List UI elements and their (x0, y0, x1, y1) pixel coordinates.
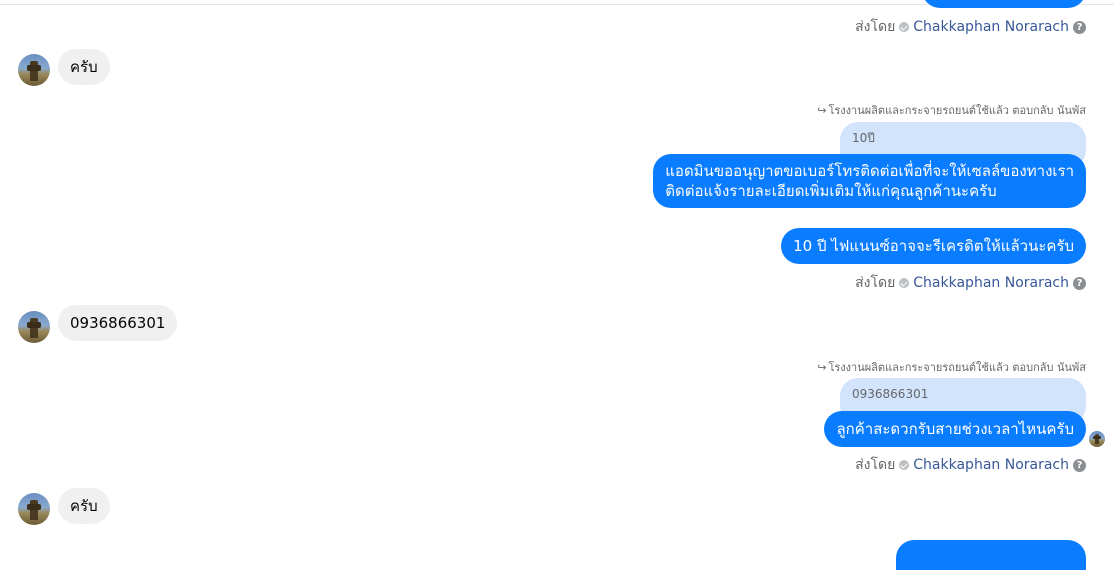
incoming-message[interactable]: ครับ (58, 49, 110, 85)
sent-by-label: ส่งโดย (855, 275, 896, 291)
sent-by-row: ส่งโดย Chakkaphan Norarach ? (855, 454, 1086, 476)
sent-by-row: ส่งโดย Chakkaphan Norarach ? (855, 16, 1086, 38)
reply-meta-text: โรงงานผลิตและกระจายรถยนต์ใช้แล้ว ตอบกลับ… (828, 361, 1086, 374)
outgoing-message[interactable]: ลูกค้าสะดวกรับสายช่วงเวลาไหนครับ (824, 411, 1086, 447)
avatar[interactable] (18, 493, 50, 525)
sent-by-label: ส่งโดย (855, 457, 896, 473)
check-circle-icon (899, 22, 910, 32)
seen-avatar (1089, 431, 1105, 447)
question-icon[interactable]: ? (1073, 20, 1086, 34)
outgoing-message[interactable]: แอดมินขออนุญาตขอเบอร์โทรติดต่อเพื่อที่จะ… (653, 154, 1086, 208)
sender-name-link[interactable]: Chakkaphan Norarach (913, 275, 1069, 291)
avatar[interactable] (18, 311, 50, 343)
reply-meta: ↪ โรงงานผลิตและกระจายรถยนต์ใช้แล้ว ตอบกลั… (817, 101, 1086, 119)
question-icon[interactable]: ? (1073, 458, 1086, 472)
avatar[interactable] (18, 54, 50, 86)
outgoing-message[interactable]: 10 ปี ไฟแนนซ์อาจจะรีเครดิตให้แล้วนะครับ (781, 228, 1086, 264)
incoming-message[interactable]: ครับ (58, 488, 110, 524)
check-circle-icon (899, 278, 910, 288)
check-circle-icon (899, 460, 910, 470)
reply-meta: ↪ โรงงานผลิตและกระจายรถยนต์ใช้แล้ว ตอบกลั… (817, 358, 1086, 376)
question-icon[interactable]: ? (1073, 276, 1086, 290)
sent-by-label: ส่งโดย (855, 19, 896, 35)
outgoing-bubble-partial[interactable] (896, 540, 1086, 570)
reply-arrow-icon: ↪ (817, 361, 827, 374)
sender-name-link[interactable]: Chakkaphan Norarach (913, 19, 1069, 35)
sent-by-row: ส่งโดย Chakkaphan Norarach ? (855, 272, 1086, 294)
sender-name-link[interactable]: Chakkaphan Norarach (913, 457, 1069, 473)
message-line: แอดมินขออนุญาตขอเบอร์โทรติดต่อเพื่อที่จะ… (665, 162, 1074, 180)
incoming-message[interactable]: 0936866301 (58, 305, 178, 341)
outgoing-bubble-partial[interactable] (922, 0, 1086, 8)
reply-arrow-icon: ↪ (817, 104, 827, 117)
message-line: ติดต่อแจ้งรายละเอียดเพิ่มเติมให้แก่คุณลู… (665, 182, 997, 200)
reply-meta-text: โรงงานผลิตและกระจายรถยนต์ใช้แล้ว ตอบกลับ… (828, 104, 1086, 117)
